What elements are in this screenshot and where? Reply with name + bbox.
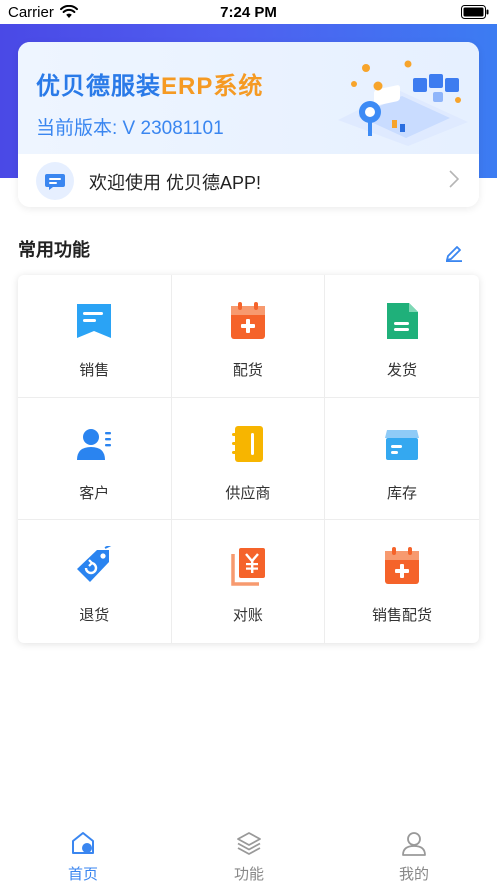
- distribution-calendar-plus-icon: [230, 302, 265, 339]
- banner-title: 优贝德服装ERP系统: [36, 66, 263, 101]
- battery-icon: [461, 5, 489, 19]
- function-label: 供应商: [225, 484, 271, 502]
- reconciliation-yen-icon: [231, 548, 265, 586]
- function-label: 客户: [79, 484, 110, 502]
- chevron-right-icon: [449, 170, 459, 188]
- function-label: 发货: [386, 362, 417, 379]
- sales-bookmark-icon: [77, 304, 112, 338]
- app-version-label: 当前版本: V 23081101: [36, 118, 224, 139]
- function-grid: 销售 配货 发货 客户 供应商 库存 退货 对账 销售配货: [18, 275, 479, 643]
- function-label: 配货: [232, 362, 263, 379]
- sales-distribution-calendar-icon: [384, 547, 419, 585]
- layers-icon: [237, 832, 261, 855]
- tab-mine[interactable]: 我的: [331, 820, 497, 883]
- function-sales-distribution[interactable]: 销售配货: [325, 520, 479, 643]
- home-icon: [72, 832, 94, 854]
- tab-label: 功能: [233, 866, 264, 883]
- erp-illustration-icon: [338, 60, 468, 146]
- welcome-notice[interactable]: 欢迎使用 优贝德APP!: [18, 154, 479, 207]
- edit-icon[interactable]: [444, 242, 464, 262]
- status-bar: Carrier 7:24 PM: [0, 0, 497, 24]
- tab-functions[interactable]: 功能: [166, 820, 332, 883]
- function-label: 销售: [79, 362, 110, 379]
- function-inventory[interactable]: 库存: [325, 398, 479, 521]
- shipping-document-icon: [386, 303, 418, 339]
- function-supplier[interactable]: 供应商: [171, 397, 326, 521]
- banner-top: 优贝德服装ERP系统 当前版本: V 23081101: [18, 42, 479, 154]
- tab-label: 我的: [398, 866, 429, 883]
- function-reconciliation[interactable]: 对账: [172, 520, 326, 643]
- welcome-text: 欢迎使用 优贝德APP!: [89, 173, 262, 193]
- profile-icon: [402, 832, 426, 856]
- function-label: 销售配货: [371, 607, 432, 625]
- function-label: 退货: [79, 607, 110, 625]
- function-customer[interactable]: 客户: [18, 397, 172, 521]
- function-label: 对账: [232, 607, 263, 625]
- app-banner-card: 优贝德服装ERP系统 当前版本: V 23081101 欢迎使用 优贝德APP!: [18, 42, 479, 207]
- section-title: 常用功能: [18, 240, 90, 260]
- banner-title-accent: ERP系统: [161, 73, 264, 100]
- return-tag-icon: [77, 546, 112, 583]
- inventory-box-icon: [384, 429, 419, 460]
- banner-title-main: 优贝德服装: [36, 73, 161, 100]
- function-sales[interactable]: 销售: [18, 275, 172, 398]
- message-icon: [36, 162, 74, 200]
- tab-home[interactable]: 首页: [0, 820, 166, 883]
- tab-label: 首页: [67, 866, 98, 883]
- clock-label: 7:24 PM: [220, 4, 277, 21]
- function-shipping[interactable]: 发货: [325, 275, 479, 398]
- supplier-notebook-icon: [231, 425, 263, 462]
- customer-contact-icon: [77, 428, 112, 460]
- function-label: 库存: [386, 484, 417, 502]
- function-distribution[interactable]: 配货: [171, 275, 326, 398]
- bottom-tab-bar: 首页 功能 我的: [0, 820, 497, 883]
- function-return[interactable]: 退货: [18, 520, 172, 643]
